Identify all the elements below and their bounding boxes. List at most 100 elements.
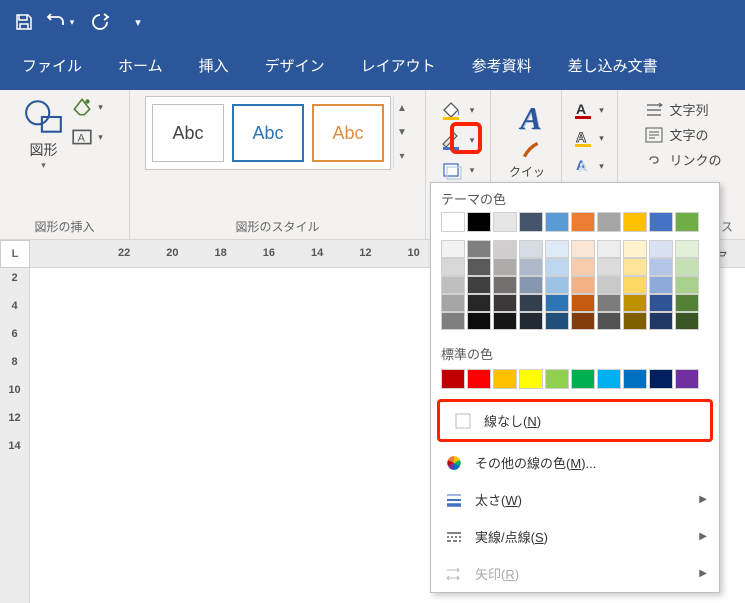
color-swatch[interactable] [519, 240, 543, 258]
shapes-button[interactable]: 図形 ▾ [23, 96, 65, 171]
color-swatch[interactable] [441, 276, 465, 294]
gallery-more[interactable]: ▾ [394, 148, 410, 164]
style-thumb-2[interactable]: Abc [232, 104, 304, 162]
color-swatch[interactable] [467, 294, 491, 312]
text-fill-button[interactable]: A ▾ [572, 100, 608, 120]
color-swatch[interactable] [493, 276, 517, 294]
tab-insert[interactable]: 挿入 [181, 43, 247, 90]
text-outline-button[interactable]: A ▾ [572, 128, 608, 148]
color-swatch[interactable] [441, 240, 465, 258]
gallery-down[interactable]: ▼ [394, 124, 410, 140]
color-swatch[interactable] [441, 369, 465, 389]
tab-home[interactable]: ホーム [100, 43, 181, 90]
color-swatch[interactable] [467, 240, 491, 258]
text-effects-button[interactable]: AA ▾ [572, 156, 608, 176]
color-swatch[interactable] [441, 258, 465, 276]
color-swatch[interactable] [571, 312, 595, 330]
gallery-up[interactable]: ▲ [394, 100, 410, 116]
outline-dashes-item[interactable]: 実線/点線(S) ▶ [431, 518, 719, 555]
color-swatch[interactable] [545, 369, 569, 389]
color-swatch[interactable] [545, 294, 569, 312]
customize-qat-button[interactable]: ▾ [122, 6, 154, 38]
color-swatch[interactable] [545, 276, 569, 294]
color-swatch[interactable] [675, 276, 699, 294]
color-swatch[interactable] [571, 294, 595, 312]
outline-weight-item[interactable]: 太さ(W) ▶ [431, 481, 719, 518]
color-swatch[interactable] [649, 240, 673, 258]
color-swatch[interactable] [675, 312, 699, 330]
color-swatch[interactable] [649, 312, 673, 330]
text-box-button[interactable]: A ▾ [71, 126, 107, 148]
color-swatch[interactable] [675, 369, 699, 389]
color-swatch[interactable] [571, 276, 595, 294]
color-swatch[interactable] [545, 240, 569, 258]
color-swatch[interactable] [623, 212, 647, 232]
color-swatch[interactable] [519, 258, 543, 276]
color-swatch[interactable] [467, 369, 491, 389]
outline-arrows-item[interactable]: 矢印(R) ▶ [431, 555, 719, 592]
color-swatch[interactable] [441, 212, 465, 232]
color-swatch[interactable] [623, 312, 647, 330]
tab-design[interactable]: デザイン [247, 43, 343, 90]
color-swatch[interactable] [623, 276, 647, 294]
color-swatch[interactable] [467, 258, 491, 276]
color-swatch[interactable] [493, 312, 517, 330]
undo-button[interactable]: ▾ [46, 6, 78, 38]
outline-dropdown-arrow[interactable]: ▾ [466, 134, 478, 146]
tab-references[interactable]: 参考資料 [454, 43, 550, 90]
color-swatch[interactable] [649, 294, 673, 312]
color-swatch[interactable] [467, 212, 491, 232]
style-thumb-1[interactable]: Abc [152, 104, 224, 162]
color-swatch[interactable] [519, 312, 543, 330]
color-swatch[interactable] [545, 212, 569, 232]
redo-button[interactable] [84, 6, 116, 38]
color-swatch[interactable] [571, 212, 595, 232]
color-swatch[interactable] [597, 294, 621, 312]
ruler-vertical[interactable]: 2 4 6 8 10 12 14 [0, 268, 30, 603]
color-swatch[interactable] [493, 294, 517, 312]
color-swatch[interactable] [519, 369, 543, 389]
color-swatch[interactable] [493, 212, 517, 232]
color-swatch[interactable] [623, 369, 647, 389]
color-swatch[interactable] [467, 312, 491, 330]
color-swatch[interactable] [571, 258, 595, 276]
no-outline-item[interactable]: 線なし(N) [437, 399, 713, 442]
shape-outline-button[interactable]: ▾ [438, 128, 478, 152]
color-swatch[interactable] [649, 258, 673, 276]
color-swatch[interactable] [493, 369, 517, 389]
color-swatch[interactable] [649, 276, 673, 294]
color-swatch[interactable] [675, 240, 699, 258]
tab-layout[interactable]: レイアウト [343, 43, 454, 90]
tab-file[interactable]: ファイル [4, 43, 100, 90]
color-swatch[interactable] [571, 369, 595, 389]
color-swatch[interactable] [675, 258, 699, 276]
color-swatch[interactable] [467, 276, 491, 294]
color-swatch[interactable] [597, 258, 621, 276]
color-swatch[interactable] [597, 276, 621, 294]
color-swatch[interactable] [493, 240, 517, 258]
color-swatch[interactable] [519, 212, 543, 232]
color-swatch[interactable] [675, 294, 699, 312]
shape-fill-button[interactable]: ▾ [438, 98, 478, 122]
style-thumb-3[interactable]: Abc [312, 104, 384, 162]
color-swatch[interactable] [571, 240, 595, 258]
color-swatch[interactable] [597, 369, 621, 389]
color-swatch[interactable] [597, 312, 621, 330]
color-swatch[interactable] [441, 312, 465, 330]
color-swatch[interactable] [675, 212, 699, 232]
tab-mailings[interactable]: 差し込み文書 [550, 43, 676, 90]
align-text-button[interactable]: 文字の [645, 125, 721, 144]
color-swatch[interactable] [597, 212, 621, 232]
more-outline-colors-item[interactable]: その他の線の色(M)... [431, 444, 719, 481]
color-swatch[interactable] [519, 276, 543, 294]
save-button[interactable] [8, 6, 40, 38]
color-swatch[interactable] [623, 258, 647, 276]
color-swatch[interactable] [623, 294, 647, 312]
color-swatch[interactable] [519, 294, 543, 312]
color-swatch[interactable] [545, 258, 569, 276]
color-swatch[interactable] [623, 240, 647, 258]
shape-effects-button[interactable]: ▾ [438, 158, 478, 182]
edit-shape-button[interactable]: ▾ [71, 96, 107, 118]
color-swatch[interactable] [493, 258, 517, 276]
text-direction-button[interactable]: 文字列 [645, 100, 721, 119]
